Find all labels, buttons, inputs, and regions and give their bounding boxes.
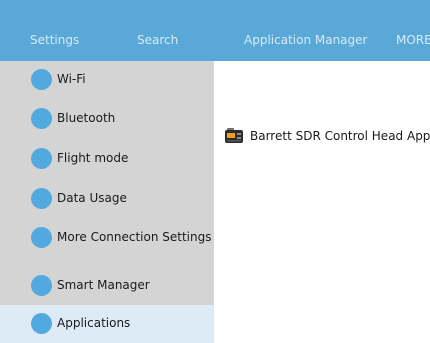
sidebar-item-bluetooth[interactable]: Bluetooth: [0, 100, 214, 138]
circle-icon: [31, 188, 52, 209]
sidebar-item-label: Wi-Fi: [57, 72, 86, 86]
sidebar-item-more-connection-settings[interactable]: More Connection Settings: [0, 219, 214, 257]
circle-icon: [31, 227, 52, 248]
circle-icon: [31, 108, 52, 129]
tab-more[interactable]: MORE: [396, 33, 430, 48]
circle-icon: [31, 275, 52, 296]
app-name-label: Barrett SDR Control Head App: [250, 129, 430, 143]
sidebar-item-label: Flight mode: [57, 151, 129, 165]
sidebar-item-applications[interactable]: Applications: [0, 305, 214, 343]
sidebar-item-wifi[interactable]: Wi-Fi: [0, 61, 214, 99]
top-navigation-bar: Settings Search Application Manager MORE: [0, 0, 430, 61]
sidebar-item-label: Data Usage: [57, 191, 127, 205]
sidebar-item-smart-manager[interactable]: Smart Manager: [0, 267, 214, 305]
sidebar-item-label: Applications: [57, 316, 131, 330]
sidebar-item-data-usage[interactable]: Data Usage: [0, 180, 214, 218]
tab-settings[interactable]: Settings: [30, 33, 79, 48]
sidebar-item-label: Smart Manager: [57, 278, 150, 292]
sidebar-item-flight-mode[interactable]: Flight mode: [0, 140, 214, 178]
settings-sidebar: Wi-Fi Bluetooth Flight mode Data Usage M…: [0, 61, 214, 343]
circle-icon: [31, 69, 52, 90]
circle-icon: [31, 313, 52, 334]
tab-application-manager[interactable]: Application Manager: [244, 33, 367, 48]
sidebar-item-label: More Connection Settings: [57, 230, 212, 244]
settings-app: Settings Search Application Manager MORE…: [0, 0, 430, 343]
application-list-panel: Barrett SDR Control Head App: [214, 61, 430, 343]
circle-icon: [31, 148, 52, 169]
radio-device-icon: [225, 128, 243, 143]
tab-search[interactable]: Search: [137, 33, 178, 48]
sidebar-item-label: Bluetooth: [57, 111, 116, 125]
